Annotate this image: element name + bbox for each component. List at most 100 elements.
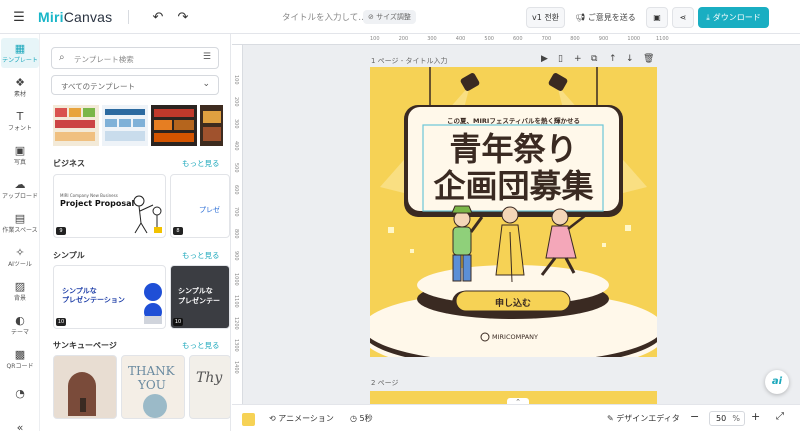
photo-icon: ▣ <box>14 144 26 157</box>
template-panel: ⌕ テンプレート検索 ☰ すべてのテンプレート ⌄ ビジネス もっと見る MIR… <box>40 34 231 431</box>
redo-icon[interactable]: ↷ <box>175 9 191 25</box>
divider <box>128 10 129 24</box>
template-count-badge: 10 <box>173 318 183 326</box>
thankyou-photo <box>143 394 167 418</box>
poster-page-1[interactable]: この夏、MIRIフェスティバルを熱く輝かせる 青年祭り 企画団募集 申し込む M… <box>370 67 657 357</box>
zoom-in-icon[interactable]: + <box>751 410 760 423</box>
template-card-simple-dark[interactable]: シンプルな プレゼンテー 10 <box>170 265 230 329</box>
thankyou-more-link[interactable]: もっと見る <box>182 340 220 351</box>
template-card-simple-blue[interactable]: シンプルな プレゼンテーション 10 <box>53 265 166 329</box>
template-card-thankyou-3[interactable]: Thy <box>189 355 230 419</box>
rail-item-qr[interactable]: ▩ QRコード <box>1 344 39 374</box>
move-up-icon[interactable]: ↑ <box>609 54 617 64</box>
ruler-h-label: 1100 <box>656 36 669 42</box>
poster-cta-text[interactable]: 申し込む <box>456 296 570 309</box>
featured-thumbnails <box>53 105 223 146</box>
section-business-title: ビジネス <box>53 159 85 168</box>
rail-item-elements[interactable]: ❖ 素材 <box>1 72 39 102</box>
zoom-out-icon[interactable]: − <box>690 410 699 423</box>
template-card-project-proposal[interactable]: MIRI Company New Business Project Propos… <box>53 174 166 238</box>
ruler-v-label: 500 <box>233 163 239 173</box>
duration-button[interactable]: ◷ 5秒 <box>350 413 373 424</box>
rail-item-photo[interactable]: ▣ 写真 <box>1 140 39 170</box>
rail-item-label: 背景 <box>13 295 26 302</box>
version-button[interactable]: v1 전환 <box>526 7 565 28</box>
simple2-line-b: プレゼンテー <box>178 297 220 305</box>
add-page-icon[interactable]: + <box>574 54 582 64</box>
feedback-button[interactable]: 📢︎ ご意見を送る <box>575 12 636 23</box>
template-card-presentation[interactable]: プレゼ 8 <box>170 174 230 238</box>
save-icon: ▣ <box>653 13 661 22</box>
animation-button[interactable]: ⟲ アニメーション <box>269 413 334 424</box>
rail-item-label: QRコード <box>6 363 34 370</box>
rail-item-text[interactable]: T フォント <box>1 106 39 136</box>
ruler-h-label: 100 <box>370 36 380 42</box>
qr-icon: ▩ <box>14 348 26 361</box>
rail-item-ai-tools[interactable]: ✧ AIツール <box>1 242 39 272</box>
proposal-illustration <box>133 195 162 234</box>
ruler-v-label: 400 <box>233 141 239 151</box>
share-button[interactable]: ⋖ <box>672 7 694 28</box>
play-icon[interactable]: ▶ <box>541 54 548 64</box>
filter-settings-icon[interactable]: ☰ <box>203 52 211 62</box>
business-more-link[interactable]: もっと見る <box>182 158 220 169</box>
duplicate-page-icon[interactable]: ⧉ <box>591 54 597 64</box>
template-card-thankyou-1[interactable] <box>53 355 117 419</box>
ruler-h-label: 600 <box>513 36 523 42</box>
page-note-icon[interactable]: ▯ <box>558 54 563 64</box>
proposal-title: Project Proposal <box>60 199 135 208</box>
menu-icon[interactable]: ☰ <box>11 9 27 25</box>
featured-thumbnail-strip[interactable] <box>53 105 223 146</box>
you-text: YOU <box>138 378 166 392</box>
delete-page-icon[interactable]: 🗑︎ <box>643 54 654 64</box>
poster-artwork <box>370 67 657 357</box>
poster-title-line-2[interactable]: 企画団募集 <box>370 168 657 204</box>
background-color-swatch[interactable] <box>242 413 255 426</box>
theme-icon: ◐ <box>15 314 25 327</box>
title-input[interactable]: タイトルを入力して… <box>282 11 367 23</box>
page-2-label[interactable]: 2 ページ <box>371 378 399 388</box>
workspace-icon: ▤ <box>14 212 26 225</box>
ai-assistant-button[interactable]: ai <box>765 370 789 394</box>
rail-item-workspace[interactable]: ▤ 作業スペース <box>1 208 39 238</box>
rail-item-collapse[interactable]: « <box>1 412 39 442</box>
simple-more-link[interactable]: もっと見る <box>182 250 220 261</box>
search-icon: ⌕ <box>59 52 65 63</box>
zoom-value: 50 <box>716 414 727 423</box>
zoom-input[interactable]: 50 % <box>709 411 745 426</box>
size-adjust-button[interactable]: ⊘ サイズ調整 <box>363 10 416 24</box>
zoom-unit: % <box>732 414 740 423</box>
save-button[interactable]: ▣ <box>646 7 668 28</box>
upload-icon: ☁ <box>14 178 26 191</box>
animation-icon: ⟲ <box>269 414 279 423</box>
poster-brand[interactable]: MIRICOMPANY <box>492 333 538 341</box>
top-bar: ☰ MiriCanvas ↶ ↷ タイトルを入力して… ⊘ サイズ調整 v1 전… <box>0 0 800 34</box>
move-down-icon[interactable]: ↓ <box>626 54 634 64</box>
bottom-bar: ⟲ アニメーション ◷ 5秒 ✎ デザインエディタ − 50 % + ⤢ <box>232 404 800 431</box>
rail-item-label: アップロード <box>1 193 38 200</box>
poster-subtitle[interactable]: この夏、MIRIフェスティバルを熱く輝かせる <box>370 115 657 125</box>
logo[interactable]: MiriCanvas <box>38 9 112 25</box>
logo-text-a: Miri <box>38 9 64 25</box>
poster-title-line-1[interactable]: 青年祭り <box>370 131 657 167</box>
template-card-thankyou-2[interactable]: THANK YOU <box>121 355 185 419</box>
undo-icon[interactable]: ↶ <box>150 9 166 25</box>
feedback-label: ご意見を送る <box>587 13 636 22</box>
filter-value: すべてのテンプレート <box>61 82 135 91</box>
fullscreen-icon[interactable]: ⤢ <box>776 411 784 422</box>
page-1-label[interactable]: 1 ページ - タイトル入力 <box>371 56 448 66</box>
template-filter-select[interactable]: すべてのテンプレート ⌄ <box>51 75 219 95</box>
text-icon: T <box>16 110 24 123</box>
template-search[interactable]: ⌕ テンプレート検索 ☰ <box>51 47 219 69</box>
rail-item-upload[interactable]: ☁ アップロード <box>1 174 39 204</box>
elements-icon: ❖ <box>15 76 25 89</box>
design-editor-button[interactable]: ✎ デザインエディタ <box>607 413 680 424</box>
rail-item-history[interactable]: ◔ <box>1 378 39 408</box>
rail-item-background[interactable]: ▨ 背景 <box>1 276 39 306</box>
duration-label: 5秒 <box>359 414 373 423</box>
rail-item-template[interactable]: ▦ テンプレート <box>1 38 39 68</box>
download-button[interactable]: ⤓ ダウンロード <box>698 7 769 28</box>
ruler-v-label: 900 <box>233 251 239 261</box>
rail-item-theme[interactable]: ◐ テーマ <box>1 310 39 340</box>
rail-item-label: AIツール <box>8 261 32 268</box>
